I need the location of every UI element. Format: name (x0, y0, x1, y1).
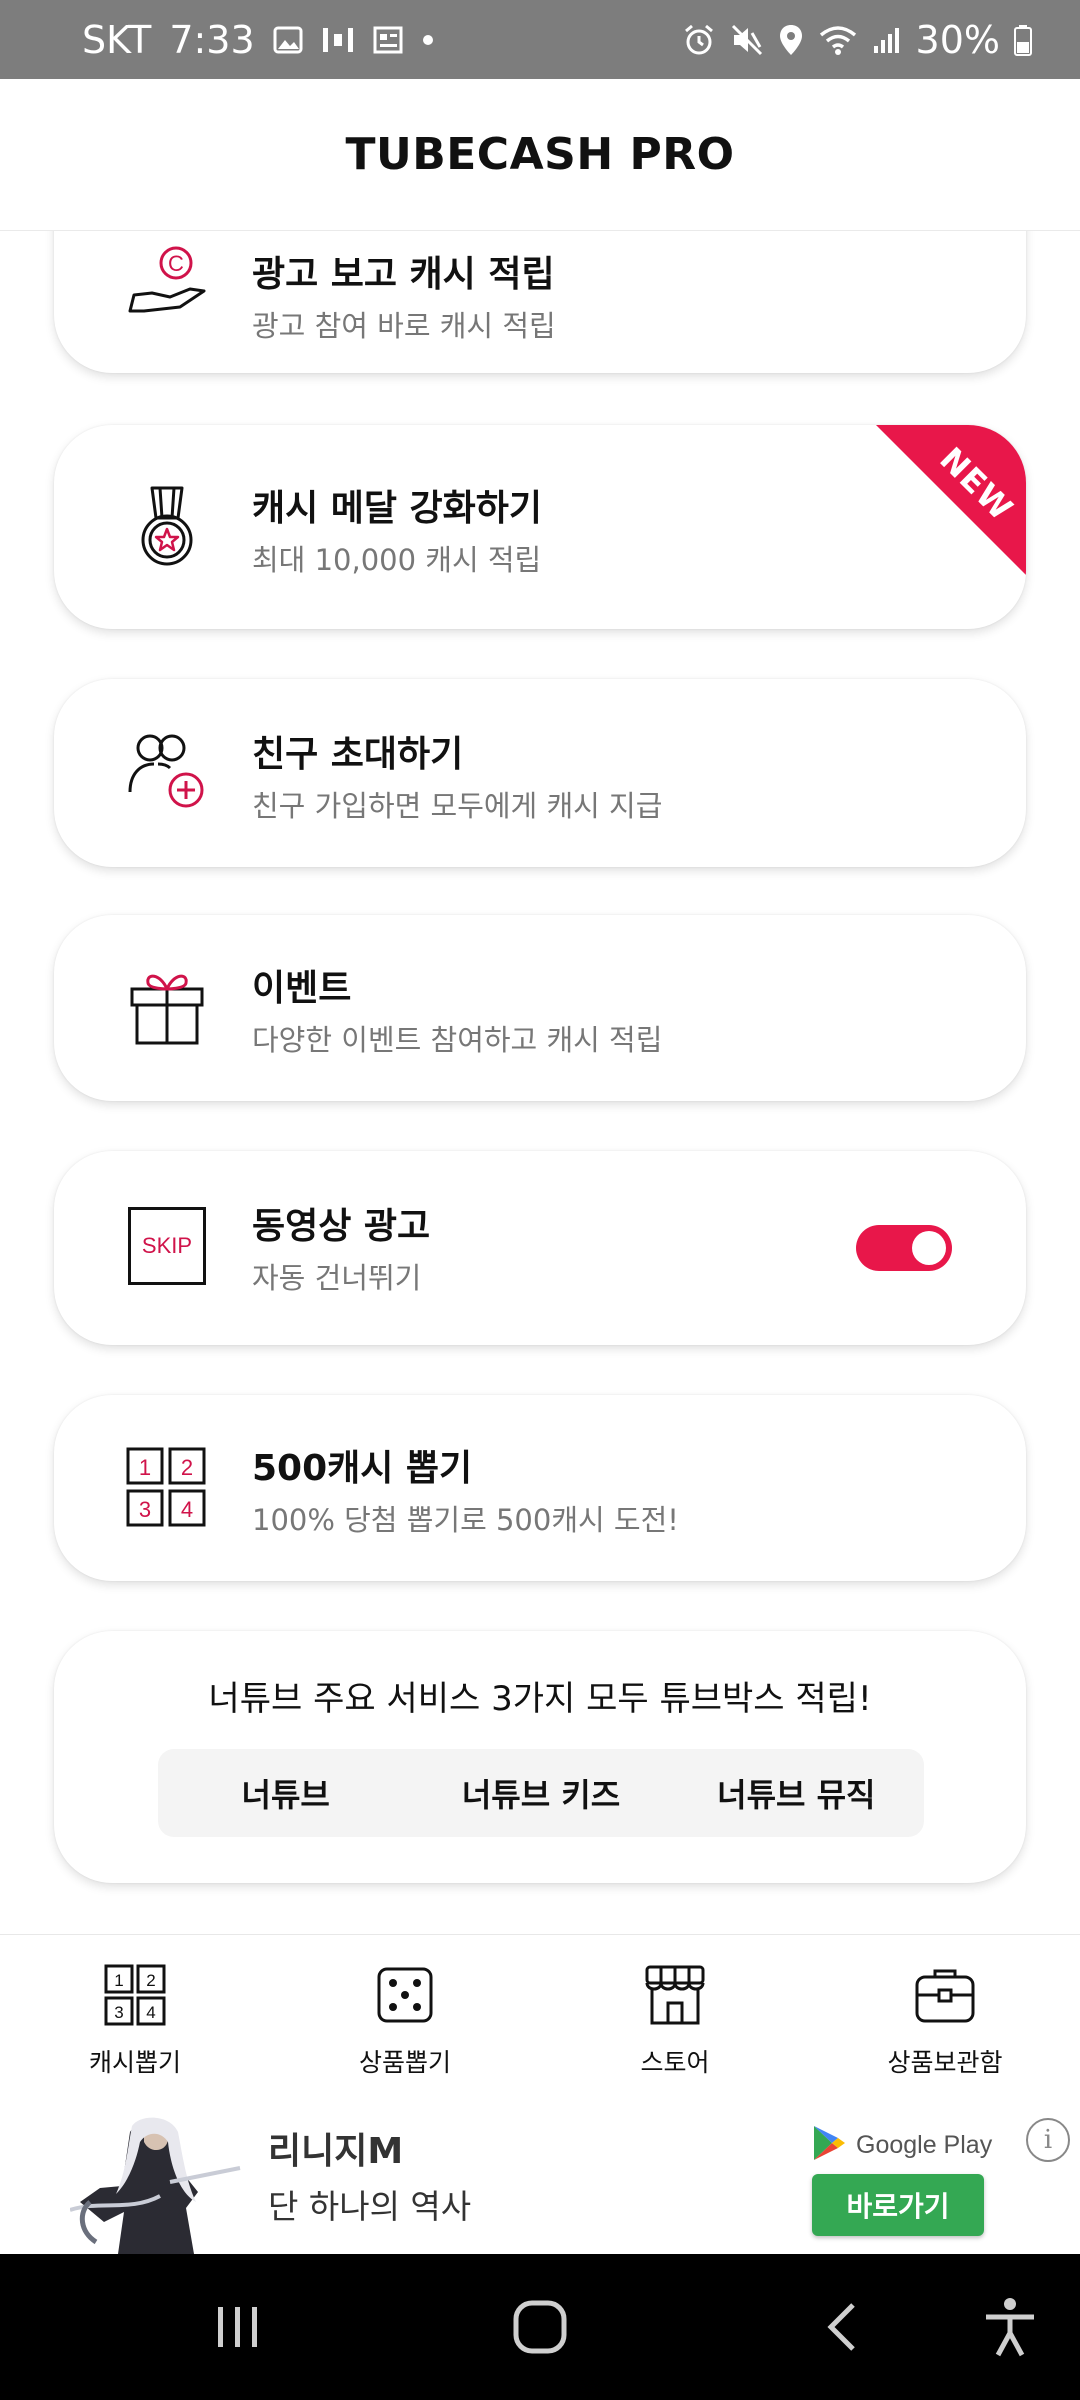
card-500-cash-draw[interactable]: 1 2 3 4 500캐시 뽑기 100% 당첨 뽑기로 500캐시 도전! (54, 1395, 1026, 1581)
nav-cash-draw[interactable]: 1 2 3 4 캐시뽑기 (0, 1935, 270, 2102)
number-grid-icon: 1 2 3 4 (103, 1963, 167, 2027)
invite-friend-icon (124, 730, 210, 816)
card-title: 이벤트 (252, 968, 352, 1009)
ad-title: 리니지M (268, 2131, 404, 2172)
status-bar: SKT 7:33 30% (0, 0, 1080, 79)
card-video-ads[interactable]: SKIP 동영상 광고 자동 건너뛰기 (54, 1151, 1026, 1345)
nav-label: 상품보관함 (887, 2048, 1003, 2077)
nav-prize-draw[interactable]: 상품뽑기 (270, 1935, 540, 2102)
medal-icon (124, 484, 210, 570)
recent-apps-icon[interactable] (178, 2254, 298, 2400)
google-play-icon (812, 2124, 846, 2166)
google-play-badge: Google Play (812, 2124, 992, 2166)
hand-coin-icon: C (124, 241, 210, 327)
mute-icon (730, 23, 764, 57)
nav-label: 상품뽑기 (358, 2048, 451, 2077)
gallery-icon (273, 25, 303, 55)
card-medal-upgrade[interactable]: 캐시 메달 강화하기 최대 10,000 캐시 적립 NEW (54, 425, 1026, 629)
nav-prize-box[interactable]: 상품보관함 (810, 1935, 1080, 2102)
ad-banner[interactable]: 리니지M 단 하나의 역사 Google Play 바로가기 i (0, 2102, 1080, 2254)
sim-icon (321, 25, 355, 55)
ad-info-icon[interactable]: i (1026, 2118, 1070, 2162)
dot-icon (421, 33, 435, 47)
battery-icon (1014, 24, 1032, 56)
number-grid-icon: 1 2 3 4 (124, 1445, 210, 1531)
card-subtitle: 친구 가입하면 모두에게 캐시 지급 (252, 789, 663, 823)
card-invite-friends[interactable]: 친구 초대하기 친구 가입하면 모두에게 캐시 지급 (54, 679, 1026, 867)
bottom-nav: 1 2 3 4 캐시뽑기 상품뽑기 스토어 상품보관함 (0, 1934, 1080, 2102)
services-tabs: 너튜브 너튜브 키즈 너튜브 뮤직 (158, 1749, 924, 1837)
card-title: 캐시 메달 강화하기 (252, 488, 543, 529)
svg-text:3: 3 (139, 1497, 151, 1522)
clock: 7:33 (169, 17, 255, 62)
card-events[interactable]: 이벤트 다양한 이벤트 참여하고 캐시 적립 (54, 915, 1026, 1101)
ad-subtitle: 단 하나의 역사 (268, 2187, 472, 2226)
svg-text:2: 2 (146, 1971, 155, 1990)
card-title: 500캐시 뽑기 (252, 1448, 473, 1489)
card-subtitle: 자동 건너뛰기 (252, 1261, 422, 1295)
svg-text:3: 3 (114, 2003, 123, 2022)
services-title: 너튜브 주요 서비스 3가지 모두 튜브박스 적립! (208, 1679, 872, 1719)
wifi-icon (818, 24, 858, 56)
ad-cta-button[interactable]: 바로가기 (812, 2174, 984, 2236)
briefcase-icon (913, 1963, 977, 2027)
svg-text:C: C (168, 251, 184, 276)
svg-text:1: 1 (114, 1971, 123, 1990)
system-nav-bar (0, 2254, 1080, 2400)
card-title: 친구 초대하기 (252, 734, 464, 775)
accessibility-icon[interactable] (950, 2254, 1070, 2400)
dice-icon (373, 1963, 437, 2027)
carrier-label: SKT (82, 17, 152, 62)
svg-text:4: 4 (146, 2003, 155, 2022)
tab-netube[interactable]: 너튜브 (158, 1749, 413, 1837)
alarm-icon (682, 23, 716, 57)
services-card: 너튜브 주요 서비스 3가지 모두 튜브박스 적립! 너튜브 너튜브 키즈 너튜… (54, 1631, 1026, 1883)
location-icon (778, 23, 804, 57)
auto-skip-toggle[interactable] (856, 1225, 952, 1271)
battery-percent: 30% (915, 17, 1000, 62)
nav-label: 캐시뽑기 (88, 2048, 181, 2077)
new-badge: NEW (876, 425, 1026, 575)
signal-icon (872, 25, 902, 55)
svg-text:4: 4 (181, 1497, 193, 1522)
back-icon[interactable] (782, 2254, 902, 2400)
tab-netube-music[interactable]: 너튜브 뮤직 (669, 1749, 924, 1837)
card-title: 광고 보고 캐시 적립 (252, 254, 555, 295)
card-subtitle: 다양한 이벤트 참여하고 캐시 적립 (252, 1023, 663, 1057)
nav-store[interactable]: 스토어 (540, 1935, 810, 2102)
svg-text:1: 1 (139, 1455, 151, 1480)
nav-label: 스토어 (640, 2048, 710, 2077)
card-ad-cash[interactable]: C 광고 보고 캐시 적립 광고 참여 바로 캐시 적립 (54, 231, 1026, 373)
news-icon (373, 26, 403, 54)
card-subtitle: 광고 참여 바로 캐시 적립 (252, 309, 556, 343)
card-subtitle: 100% 당첨 뽑기로 500캐시 도전! (252, 1503, 679, 1537)
app-title: TUBECASH PRO (345, 129, 735, 180)
app-bar: TUBECASH PRO (0, 79, 1080, 231)
card-title: 동영상 광고 (252, 1206, 431, 1247)
gift-icon (124, 965, 210, 1051)
card-subtitle: 최대 10,000 캐시 적립 (252, 543, 542, 577)
content-scroll[interactable]: C 광고 보고 캐시 적립 광고 참여 바로 캐시 적립 캐시 메달 강화하기 … (0, 231, 1080, 1933)
skip-icon: SKIP (124, 1203, 210, 1289)
home-icon[interactable] (480, 2254, 600, 2400)
ad-character-image (69, 2112, 250, 2254)
svg-text:2: 2 (181, 1455, 193, 1480)
tab-netube-kids[interactable]: 너튜브 키즈 (413, 1749, 668, 1837)
store-icon (643, 1963, 707, 2027)
